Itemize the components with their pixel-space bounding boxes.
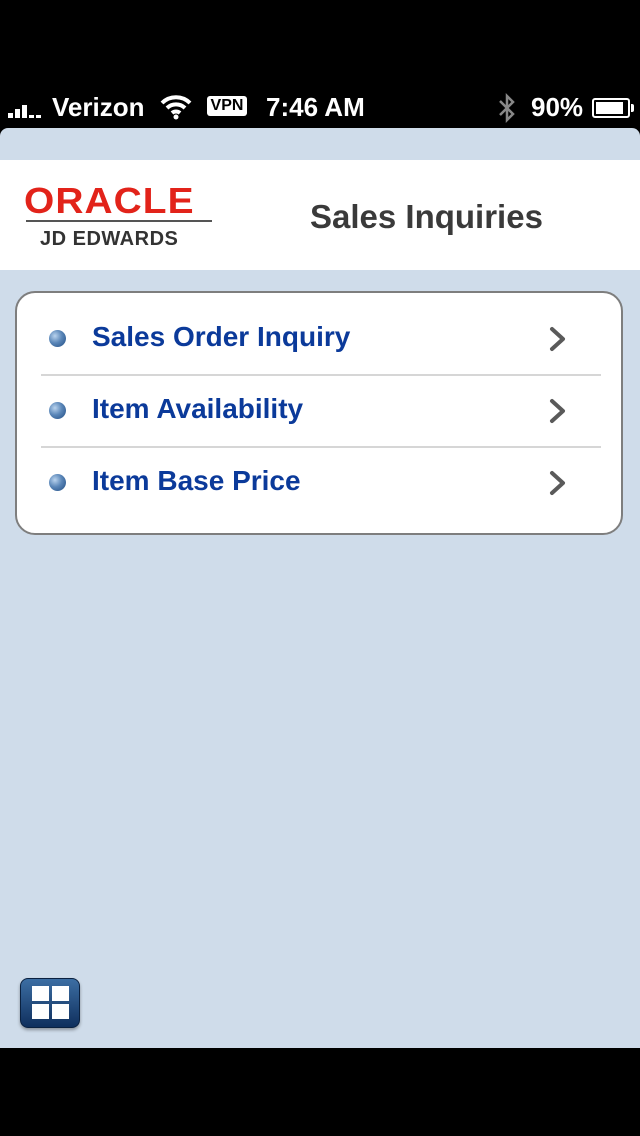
menu-item-sales-order-inquiry[interactable]: Sales Order Inquiry [17,303,621,375]
bullet-icon [49,402,66,419]
phone-screen: Verizon VPN 7:46 AM 90% ORACLE JD EDWARD… [0,0,640,1136]
logo-sub: JD EDWARDS [40,228,179,250]
menu-item-item-availability[interactable]: Item Availability [17,375,621,447]
signal-icon [8,98,48,118]
status-time: 7:46 AM [266,92,365,122]
battery-fill [596,102,623,114]
menu-item-item-base-price[interactable]: Item Base Price [17,447,621,519]
chevron-right-icon [550,327,565,351]
grid-icon [52,1004,69,1019]
battery-percent: 90% [531,92,584,122]
oracle-jd-edwards-logo: ORACLE JD EDWARDS [24,180,216,250]
bluetooth-icon [499,92,515,124]
header-bar: ORACLE JD EDWARDS Sales Inquiries [0,160,640,270]
vpn-icon: VPN [207,96,247,116]
page-title: Sales Inquiries [310,198,543,235]
menu-list: Sales Order Inquiry Item Availability It… [15,291,623,535]
battery-icon [592,98,634,118]
bottom-bar [0,1048,640,1136]
status-row: Verizon VPN 7:46 AM 90% [0,88,640,128]
status-bar: Verizon VPN 7:46 AM 90% [0,0,640,128]
grid-icon [32,1004,49,1019]
wifi-icon [160,95,192,120]
menu-item-label: Item Availability [92,393,304,424]
menu-item-label: Item Base Price [92,465,301,496]
bullet-icon [49,474,66,491]
chevron-right-icon [550,399,565,423]
chevron-right-icon [550,471,565,495]
logo-brand: ORACLE [24,180,195,221]
bullet-icon [49,330,66,347]
logo-rule [26,220,212,222]
carrier-name: Verizon [52,92,145,122]
menu-item-label: Sales Order Inquiry [92,321,351,352]
grid-icon [32,986,49,1001]
grid-menu-button[interactable] [20,978,80,1028]
app-content: ORACLE JD EDWARDS Sales Inquiries Sales … [0,128,640,1048]
grid-icon [52,986,69,1001]
